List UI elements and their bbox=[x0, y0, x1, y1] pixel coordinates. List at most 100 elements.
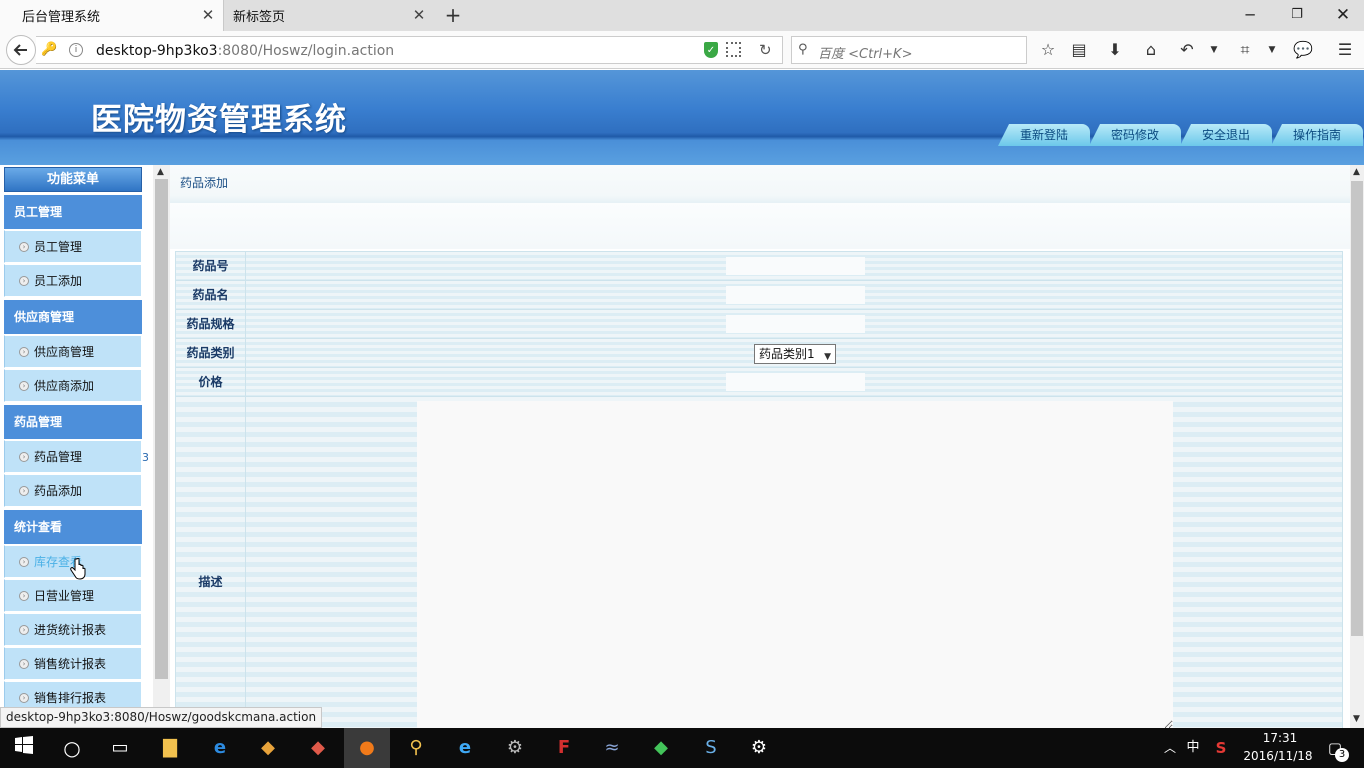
tab-new-tab[interactable]: 新标签页 ✕ bbox=[226, 0, 434, 31]
undo-icon[interactable]: ↶ bbox=[1177, 40, 1197, 60]
search-tool-icon[interactable]: ⚲ bbox=[403, 736, 429, 760]
home-icon[interactable]: ⌂ bbox=[1141, 40, 1161, 60]
menu-item-label: 供应商管理 bbox=[34, 345, 95, 359]
minimize-icon[interactable]: ─ bbox=[1238, 4, 1262, 26]
windows-start-icon[interactable] bbox=[11, 736, 37, 760]
sogou-input-icon[interactable]: S bbox=[1208, 736, 1234, 760]
ime-indicator[interactable]: 中 bbox=[1180, 736, 1206, 760]
url-path: :8080/Hoswz/login.action bbox=[217, 43, 395, 59]
green-app-icon[interactable]: ◆ bbox=[648, 736, 674, 760]
guide-button[interactable]: 操作指南 bbox=[1271, 124, 1363, 146]
qr-code-icon[interactable] bbox=[726, 42, 741, 57]
new-tab-button[interactable]: + bbox=[444, 5, 462, 25]
notebook-app-icon[interactable]: ◆ bbox=[255, 736, 281, 760]
back-button[interactable] bbox=[6, 35, 36, 65]
settings-gear-icon[interactable]: ⚙ bbox=[746, 736, 772, 760]
cortana-search-icon[interactable]: ○ bbox=[59, 736, 85, 760]
menu-item-supplier-add[interactable]: › 供应商添加 bbox=[4, 369, 142, 402]
menu-item-daily-business[interactable]: › 日营业管理 bbox=[4, 579, 142, 612]
red-app-icon[interactable]: ◆ bbox=[305, 736, 331, 760]
menu-item-staff-manage[interactable]: › 员工管理 bbox=[4, 230, 142, 263]
scroll-up-icon[interactable]: ▲ bbox=[1353, 167, 1360, 177]
menu-item-supplier-manage[interactable]: › 供应商管理 bbox=[4, 335, 142, 368]
breadcrumb: 药品添加 bbox=[180, 176, 229, 190]
close-tab-icon[interactable]: ✕ bbox=[412, 6, 426, 24]
bullet-icon: › bbox=[19, 381, 29, 391]
menu-group-staff[interactable]: 员工管理 bbox=[4, 195, 142, 229]
task-view-icon[interactable]: ▭ bbox=[107, 736, 133, 760]
scroll-down-icon[interactable]: ▼ bbox=[1353, 714, 1360, 724]
menu-item-label: 日营业管理 bbox=[34, 589, 95, 603]
sidebar-scroll-thumb[interactable] bbox=[155, 179, 168, 679]
form-row-drug-category: 药品类别 药品类别1 ▼ bbox=[176, 339, 1342, 368]
database-tool-icon[interactable]: ⚙ bbox=[502, 736, 528, 760]
change-password-button[interactable]: 密码修改 bbox=[1089, 124, 1181, 146]
filezilla-icon[interactable]: F bbox=[551, 736, 577, 760]
download-icon[interactable]: ⬇ bbox=[1105, 40, 1125, 60]
logout-button[interactable]: 安全退出 bbox=[1180, 124, 1272, 146]
tab-admin-system[interactable]: 后台管理系统 ✕ bbox=[0, 0, 224, 31]
hamburger-menu-icon[interactable]: ☰ bbox=[1335, 40, 1355, 60]
drug-spec-input[interactable] bbox=[726, 315, 865, 333]
relogin-button[interactable]: 重新登陆 bbox=[998, 124, 1090, 146]
bullet-icon: › bbox=[19, 242, 29, 252]
clock-time[interactable]: 17:31 bbox=[1260, 731, 1300, 745]
bullet-icon: › bbox=[19, 693, 29, 703]
bullet-icon: › bbox=[19, 276, 29, 286]
sidebar-collapse-marker[interactable]: 3 bbox=[142, 451, 148, 464]
menu-item-drug-manage[interactable]: › 药品管理 bbox=[4, 440, 142, 473]
description-textarea[interactable] bbox=[417, 401, 1173, 728]
edge-browser-icon[interactable]: e bbox=[207, 736, 233, 760]
price-input[interactable] bbox=[726, 373, 865, 391]
menu-group-supplier[interactable]: 供应商管理 bbox=[4, 300, 142, 334]
search-box[interactable]: ⚲ 百度 <Ctrl+K> bbox=[791, 36, 1027, 64]
bullet-icon: › bbox=[19, 486, 29, 496]
chevron-down-icon[interactable]: ▼ bbox=[1262, 40, 1282, 60]
drug-category-label: 药品类别 bbox=[176, 339, 246, 367]
menu-group-statistics[interactable]: 统计查看 bbox=[4, 510, 142, 544]
menu-item-label: 供应商添加 bbox=[34, 379, 95, 393]
menu-item-sales-report[interactable]: › 销售统计报表 bbox=[4, 647, 142, 680]
navigation-bar: 🔑 i desktop-9hp3ko3:8080/Hoswz/login.act… bbox=[0, 31, 1364, 69]
drug-category-select[interactable]: 药品类别1 ▼ bbox=[754, 344, 836, 364]
mysql-dolphin-icon[interactable]: ≈ bbox=[599, 736, 625, 760]
close-window-icon[interactable]: ✕ bbox=[1331, 4, 1355, 26]
reload-icon[interactable]: ↻ bbox=[759, 41, 772, 59]
bullet-icon: › bbox=[19, 347, 29, 357]
restore-icon[interactable]: ❐ bbox=[1285, 4, 1309, 26]
drug-no-input[interactable] bbox=[726, 257, 865, 275]
close-tab-icon[interactable]: ✕ bbox=[201, 6, 215, 24]
internet-explorer-icon[interactable]: e bbox=[452, 736, 478, 760]
eclipse-ide-icon[interactable]: S bbox=[698, 736, 724, 760]
bullet-icon: › bbox=[19, 625, 29, 635]
main-scroll-thumb[interactable] bbox=[1351, 181, 1363, 636]
menu-item-staff-add[interactable]: › 员工添加 bbox=[4, 264, 142, 297]
bullet-icon: › bbox=[19, 557, 29, 567]
menu-item-drug-add[interactable]: › 药品添加 bbox=[4, 474, 142, 507]
form-row-description: 描述 bbox=[176, 397, 1342, 728]
clock-date[interactable]: 2016/11/18 bbox=[1243, 749, 1313, 763]
drug-name-label: 药品名 bbox=[176, 281, 246, 309]
file-explorer-icon[interactable]: ▇ bbox=[157, 736, 183, 760]
site-header: 医院物资管理系统 重新登陆 密码修改 安全退出 操作指南 bbox=[0, 70, 1364, 165]
reading-list-icon[interactable]: ▤ bbox=[1069, 40, 1089, 60]
menu-group-drug[interactable]: 药品管理 bbox=[4, 405, 142, 439]
main-scrollbar[interactable]: ▲ ▼ bbox=[1350, 165, 1364, 728]
chevron-down-icon[interactable]: ▼ bbox=[1204, 40, 1224, 60]
info-icon[interactable]: i bbox=[69, 43, 83, 57]
shield-icon[interactable]: ✓ bbox=[704, 42, 718, 58]
windows-taskbar: ○ ▭ ▇ e ◆ ◆ ● ⚲ e ⚙ F ≈ ◆ S ⚙ ︿ 中 S 17:3… bbox=[0, 728, 1364, 768]
menu-item-purchase-report[interactable]: › 进货统计报表 bbox=[4, 613, 142, 646]
chat-icon[interactable]: 💬 bbox=[1293, 40, 1313, 60]
drug-name-input[interactable] bbox=[726, 286, 865, 304]
form-row-drug-name: 药品名 bbox=[176, 281, 1342, 310]
crop-icon[interactable]: ⌗ bbox=[1235, 40, 1255, 60]
url-text[interactable]: desktop-9hp3ko3:8080/Hoswz/login.action bbox=[96, 43, 394, 59]
bookmark-star-icon[interactable]: ☆ bbox=[1038, 40, 1058, 60]
sidebar-scrollbar[interactable]: ▲ bbox=[153, 165, 170, 728]
firefox-icon[interactable]: ● bbox=[344, 728, 390, 768]
key-icon[interactable]: 🔑 bbox=[41, 42, 57, 57]
menu-item-label: 销售统计报表 bbox=[34, 657, 107, 671]
url-bar[interactable]: 🔑 i desktop-9hp3ko3:8080/Hoswz/login.act… bbox=[36, 36, 783, 64]
scroll-up-icon[interactable]: ▲ bbox=[157, 167, 164, 177]
